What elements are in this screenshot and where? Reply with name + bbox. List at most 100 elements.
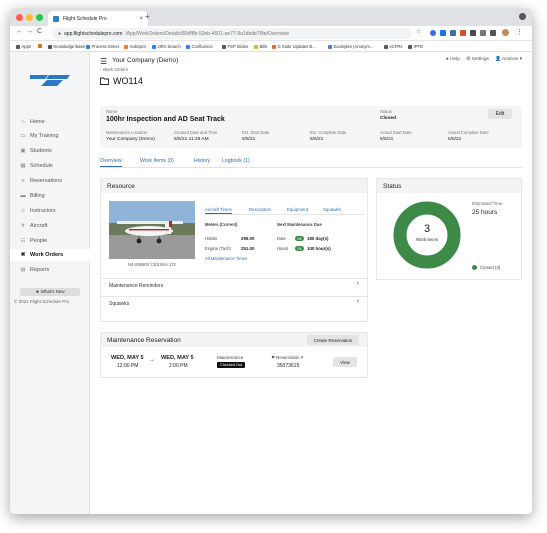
tab-logbook[interactable]: Logbook (1) [222,158,250,164]
status-card-title: Status [377,179,521,193]
minimize-window-dot[interactable] [26,14,33,21]
browser-profile-icon[interactable] [519,13,526,20]
copyright-text: © 2021 Flight Schedule Pro [14,299,70,304]
aircraft-caption: N4-0066R2 CESSNA 172 [128,262,176,267]
extension-1-icon[interactable] [430,30,436,36]
bookmark-icon [124,44,128,49]
url-host: app.flightschedulepro.com [64,30,123,37]
extension-5-icon[interactable] [470,30,476,36]
sidebar-item-my-training[interactable]: ▭ My Training [10,130,90,142]
main-content: ☰ Your Company (Demo) ● Help ⚙ Settings … [90,52,532,514]
settings-link[interactable]: ⚙ Settings [466,57,489,62]
bookmark-icon [254,44,258,49]
work-items-label: Work Items [415,237,439,242]
bookmark-apps[interactable]: Apps [16,44,31,49]
whats-new-button[interactable]: ★ What's New [20,288,80,296]
bookmark-confluence[interactable]: Confluence [186,44,213,49]
reservation-number[interactable]: 35073615 [277,363,299,369]
bookmark-ipfd[interactable]: IPFD [408,44,423,49]
browser-menu-icon[interactable]: ⋮ [516,28,523,36]
reservation-number-label: ⚑ Reservation # [271,355,304,360]
new-tab-button[interactable]: + [145,12,150,21]
subtab-squawks[interactable]: Squawks [323,207,341,212]
chevron-right-icon[interactable]: › [357,298,359,305]
close-tab-icon[interactable]: × [139,16,143,22]
due-label: Hours [277,246,289,251]
breadcrumb[interactable]: ‹ Work Orders [100,67,128,72]
extension-3-icon[interactable] [450,30,456,36]
sidebar-item-people[interactable]: ☷ People [10,235,90,247]
subtab-aircraft-times[interactable]: Aircraft Times [205,207,232,214]
training-icon: ▭ [20,133,26,139]
sidebar-item-aircraft[interactable]: ✈ Aircraft [10,220,90,232]
extension-6-icon[interactable] [480,30,486,36]
next-due-header: Next Maintenance Due [277,222,322,227]
field-value: 5/5/21 [242,137,256,142]
view-reservation-button[interactable]: View [333,357,357,367]
apps-grid-icon [16,44,20,49]
bookmark-ecfrs[interactable]: eCFRs [384,44,403,49]
folder-icon [100,77,109,85]
meters-header: Meters (Current) [205,222,238,227]
bookmark-process-street[interactable]: Process Street [86,44,119,49]
flight-schedule-pro-logo[interactable] [27,72,70,91]
aircraft-photo[interactable] [109,201,195,259]
chevron-right-icon[interactable]: › [357,280,359,287]
work-items-count: 3 [423,223,431,235]
header-actions: ● Help ⚙ Settings 👤 Andrew ▾ [446,57,522,62]
address-bar[interactable]: ● app.flightschedulepro.com/App/WorkOrde… [52,28,412,39]
ok-badge: OK [295,236,304,241]
avatar[interactable] [502,29,509,36]
bookmark-gsuite[interactable]: G Suite Updates B... [272,44,316,49]
sidebar-item-schedule[interactable]: ▦ Schedule [10,160,90,172]
company-name[interactable]: Your Company (Demo) [112,57,178,64]
sidebar-item-billing[interactable]: ▬ Billing [10,190,90,202]
browser-window: Flight Schedule Pro × + ← → C ● app.flig… [10,8,532,514]
bookmark-bills[interactable]: Bills [254,44,267,49]
all-maintenance-times-link[interactable]: All Maintenance Times [205,256,247,261]
status-label: Status [380,109,392,114]
bookmark-knowledge-base[interactable]: Knowledge Base [48,44,85,49]
sidebar-item-work-orders[interactable]: ✖ Work Orders [10,249,90,261]
sidebar-item-instructors[interactable]: ☺ Instructors [10,205,90,217]
edit-button[interactable]: Edit [488,109,512,119]
tab-overview[interactable]: Overview [100,158,122,167]
maximize-window-dot[interactable] [36,14,43,21]
bookmark-examples[interactable]: Examples (Anonym... [328,44,373,49]
bookmark-icon [152,44,156,49]
bookmark-blank[interactable] [38,44,42,48]
reservations-icon: ≡ [21,178,25,184]
extension-4-icon[interactable] [460,30,466,36]
subtab-equipment[interactable]: Equipment [287,207,308,212]
bookmark-jira[interactable]: JIRA Search [152,44,181,49]
back-button[interactable]: ← [16,28,23,35]
due-label: Date [277,236,286,241]
close-window-dot[interactable] [16,14,23,21]
flag-icon: ⚑ [271,355,275,360]
bookmark-hubspot[interactable]: HubSpot [124,44,146,49]
tab-history[interactable]: History [194,158,210,164]
forward-button[interactable]: → [26,28,33,35]
sidebar-item-reservations[interactable]: ≡ Reservations [10,175,90,187]
bookmark-fsp-slides[interactable]: FSP Slides [222,44,248,49]
hamburger-menu-icon[interactable]: ☰ [100,57,107,66]
squawks-row[interactable]: Squawks [109,301,129,307]
tab-work-items[interactable]: Work Items (3) [140,158,174,164]
field-label: Est. Start Date [242,130,270,135]
sidebar-item-home[interactable]: ⌂ Home [10,116,90,128]
sidebar-item-students[interactable]: ▣ Students [10,145,90,157]
maintenance-reminders-row[interactable]: Maintenance Reminders [109,283,163,289]
reload-button[interactable]: C [37,28,42,35]
extension-puzzle-icon[interactable] [490,30,496,36]
meter-value: 299.00 [241,236,255,241]
user-menu[interactable]: 👤 Andrew ▾ [495,57,522,62]
page-title: WO114 [100,76,143,86]
help-link[interactable]: ● Help [446,57,460,62]
due-value: 100 hour(s) [307,246,331,251]
extension-2-icon[interactable] [440,30,446,36]
sidebar-item-reports[interactable]: ▤ Reports [10,264,90,276]
create-reservation-button[interactable]: Create Reservation [307,335,359,345]
browser-tab[interactable]: Flight Schedule Pro × [48,11,148,26]
bookmark-star-icon[interactable]: ☆ [416,28,421,35]
subtab-description[interactable]: Description [249,207,271,212]
